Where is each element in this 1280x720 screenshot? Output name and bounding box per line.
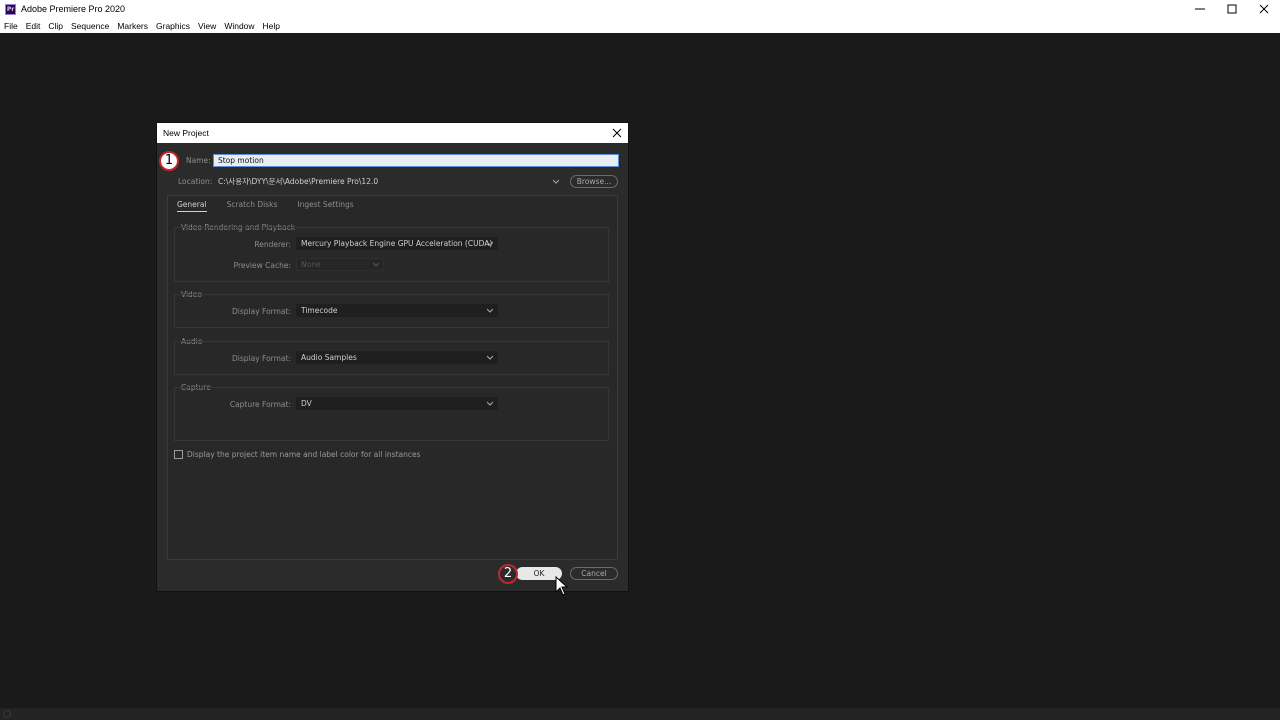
window-controls xyxy=(1184,0,1280,18)
renderer-label: Renderer: xyxy=(254,240,291,249)
capture-format-value: DV xyxy=(301,399,312,408)
browse-button[interactable]: Browse... xyxy=(570,175,618,188)
menu-edit[interactable]: Edit xyxy=(26,21,41,31)
menu-window[interactable]: Window xyxy=(224,21,254,31)
menu-help[interactable]: Help xyxy=(263,21,280,31)
menu-bar: File Edit Clip Sequence Markers Graphics… xyxy=(0,18,1280,33)
window-titlebar: Pr Adobe Premiere Pro 2020 xyxy=(0,0,1280,18)
display-label-color-checkbox[interactable] xyxy=(174,450,183,459)
menu-view[interactable]: View xyxy=(198,21,216,31)
maximize-icon xyxy=(1227,4,1237,14)
maximize-button[interactable] xyxy=(1216,0,1248,18)
tab-scratch-disks[interactable]: Scratch Disks xyxy=(227,200,278,212)
status-icon xyxy=(3,710,11,718)
name-label: Name: xyxy=(186,156,211,165)
audio-display-format-value: Audio Samples xyxy=(301,353,357,362)
chevron-down-icon xyxy=(373,262,379,267)
chevron-down-icon xyxy=(487,355,493,360)
window-title: Adobe Premiere Pro 2020 xyxy=(21,4,126,14)
chevron-down-icon xyxy=(487,401,493,406)
location-dropdown[interactable]: C:\사용자\DYY\문서\Adobe\Premiere Pro\12.0 xyxy=(213,175,563,188)
tab-ingest-settings[interactable]: Ingest Settings xyxy=(297,200,353,212)
preview-cache-label: Preview Cache: xyxy=(233,261,291,270)
premiere-app-icon: Pr xyxy=(5,3,16,15)
video-display-format-value: Timecode xyxy=(301,306,338,315)
display-label-color-label: Display the project item name and label … xyxy=(187,450,421,459)
audio-display-format-label: Display Format: xyxy=(232,354,291,363)
chevron-down-icon xyxy=(487,241,493,246)
settings-tabs: General Scratch Disks Ingest Settings xyxy=(177,200,374,212)
menu-markers[interactable]: Markers xyxy=(117,21,148,31)
annotation-step-2: 2 xyxy=(498,564,518,584)
tab-general[interactable]: General xyxy=(177,200,207,212)
audio-display-format-select[interactable]: Audio Samples xyxy=(296,351,498,364)
location-label: Location: xyxy=(178,177,213,186)
capture-format-label: Capture Format: xyxy=(229,400,291,409)
menu-graphics[interactable]: Graphics xyxy=(156,21,190,31)
capture-format-select[interactable]: DV xyxy=(296,397,498,410)
renderer-select[interactable]: Mercury Playback Engine GPU Acceleration… xyxy=(296,237,498,250)
dialog-titlebar: New Project xyxy=(157,123,628,143)
renderer-value: Mercury Playback Engine GPU Acceleration… xyxy=(301,239,493,248)
video-display-format-select[interactable]: Timecode xyxy=(296,304,498,317)
status-bar xyxy=(0,708,1280,720)
preview-cache-value: None xyxy=(301,260,321,269)
close-icon xyxy=(1259,4,1269,14)
cancel-button[interactable]: Cancel xyxy=(570,567,618,580)
chevron-down-icon xyxy=(487,308,493,313)
menu-clip[interactable]: Clip xyxy=(48,21,63,31)
video-display-format-label: Display Format: xyxy=(232,307,291,316)
preview-cache-select: None xyxy=(296,258,384,271)
menu-file[interactable]: File xyxy=(4,21,18,31)
chevron-down-icon xyxy=(553,179,559,184)
video-rendering-group xyxy=(174,227,609,282)
minimize-icon xyxy=(1195,8,1205,10)
close-window-button[interactable] xyxy=(1248,0,1280,18)
annotation-step-1: 1 xyxy=(159,151,179,171)
dialog-close-icon[interactable] xyxy=(612,128,622,138)
menu-sequence[interactable]: Sequence xyxy=(71,21,109,31)
minimize-button[interactable] xyxy=(1184,0,1216,18)
dialog-title: New Project xyxy=(163,128,209,138)
project-name-input[interactable]: Stop motion xyxy=(213,154,619,167)
capture-group xyxy=(174,387,609,441)
mouse-cursor-icon xyxy=(555,576,569,596)
